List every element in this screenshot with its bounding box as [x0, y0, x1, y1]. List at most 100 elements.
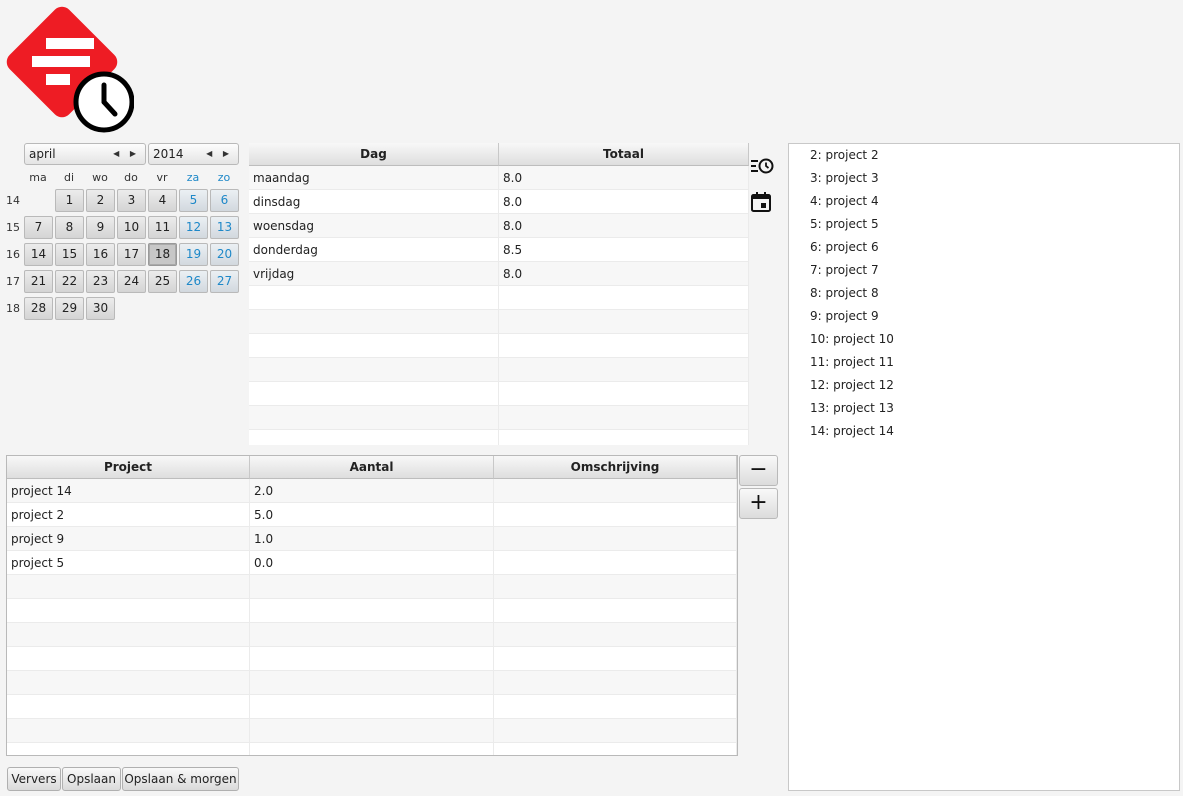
weekday-header: wo: [92, 171, 108, 184]
year-arrows-icon[interactable]: ◀ ▶: [206, 144, 233, 164]
month-selector[interactable]: april ◀ ▶: [24, 143, 146, 165]
refresh-button[interactable]: Ververs: [7, 767, 61, 791]
calendar-day[interactable]: 30: [86, 297, 115, 320]
calendar-day[interactable]: 22: [55, 270, 84, 293]
table-cell[interactable]: donderdag: [249, 238, 499, 262]
list-item[interactable]: 4: project 4: [789, 190, 1179, 213]
table-cell[interactable]: 2.0: [250, 479, 494, 503]
table-cell: [249, 310, 499, 334]
calendar-day-selected[interactable]: 18: [148, 243, 177, 266]
list-item[interactable]: 11: project 11: [789, 351, 1179, 374]
list-item[interactable]: 8: project 8: [789, 282, 1179, 305]
table-row[interactable]: woensdag 8.0: [249, 214, 749, 238]
table-cell[interactable]: dinsdag: [249, 190, 499, 214]
table-cell: [250, 623, 494, 647]
table-row[interactable]: dinsdag 8.0: [249, 190, 749, 214]
calendar-day[interactable]: 10: [117, 216, 146, 239]
calendar-day[interactable]: 11: [148, 216, 177, 239]
column-header-omschrijving[interactable]: Omschrijving: [494, 456, 737, 479]
table-row[interactable]: project 5 0.0: [7, 551, 737, 575]
table-cell[interactable]: project 9: [7, 527, 250, 551]
list-item[interactable]: 7: project 7: [789, 259, 1179, 282]
table-row[interactable]: donderdag 8.5: [249, 238, 749, 262]
calendar-day[interactable]: 6: [210, 189, 239, 212]
list-item[interactable]: 10: project 10: [789, 328, 1179, 351]
table-row[interactable]: project 2 5.0: [7, 503, 737, 527]
month-arrows-icon[interactable]: ◀ ▶: [113, 144, 140, 164]
calendar-day[interactable]: 1: [55, 189, 84, 212]
table-cell[interactable]: project 2: [7, 503, 250, 527]
list-item[interactable]: 5: project 5: [789, 213, 1179, 236]
calendar-day[interactable]: 13: [210, 216, 239, 239]
calendar-day[interactable]: 14: [24, 243, 53, 266]
column-header-dag[interactable]: Dag: [249, 143, 499, 166]
calendar-day[interactable]: 25: [148, 270, 177, 293]
calendar-day[interactable]: 7: [24, 216, 53, 239]
project-list[interactable]: 2: project 2 3: project 3 4: project 4 5: p…: [788, 143, 1180, 791]
column-header-project[interactable]: Project: [7, 456, 250, 479]
table-cell[interactable]: woensdag: [249, 214, 499, 238]
list-item[interactable]: 9: project 9: [789, 305, 1179, 328]
calendar-day[interactable]: 19: [179, 243, 208, 266]
calendar-day[interactable]: 23: [86, 270, 115, 293]
table-cell[interactable]: [494, 503, 737, 527]
save-and-tomorrow-button[interactable]: Opslaan & morgen: [122, 767, 239, 791]
calendar-today-icon[interactable]: [749, 190, 773, 214]
weekday-header: do: [124, 171, 138, 184]
table-cell[interactable]: 1.0: [250, 527, 494, 551]
calendar-day[interactable]: 24: [117, 270, 146, 293]
history-list-icon[interactable]: [750, 155, 774, 179]
table-cell: [499, 286, 749, 310]
calendar-day[interactable]: 3: [117, 189, 146, 212]
calendar-day[interactable]: 26: [179, 270, 208, 293]
list-item[interactable]: 12: project 12: [789, 374, 1179, 397]
table-cell[interactable]: maandag: [249, 166, 499, 190]
calendar-day[interactable]: 20: [210, 243, 239, 266]
list-item[interactable]: 6: project 6: [789, 236, 1179, 259]
table-cell[interactable]: project 14: [7, 479, 250, 503]
table-row[interactable]: project 9 1.0: [7, 527, 737, 551]
table-row[interactable]: maandag 8.0: [249, 166, 749, 190]
table-row[interactable]: vrijdag 8.0: [249, 262, 749, 286]
table-cell: [499, 358, 749, 382]
table-cell[interactable]: 8.0: [499, 166, 749, 190]
table-cell: [494, 695, 737, 719]
calendar-day[interactable]: 21: [24, 270, 53, 293]
calendar-day[interactable]: 16: [86, 243, 115, 266]
table-cell[interactable]: [494, 479, 737, 503]
table-cell[interactable]: 8.0: [499, 214, 749, 238]
calendar-day[interactable]: 4: [148, 189, 177, 212]
table-cell[interactable]: [494, 551, 737, 575]
list-item[interactable]: 2: project 2: [789, 144, 1179, 167]
list-item[interactable]: 3: project 3: [789, 167, 1179, 190]
table-row[interactable]: project 14 2.0: [7, 479, 737, 503]
year-selector[interactable]: 2014 ◀ ▶: [148, 143, 239, 165]
calendar-day[interactable]: 5: [179, 189, 208, 212]
table-cell[interactable]: 5.0: [250, 503, 494, 527]
list-item[interactable]: 13: project 13: [789, 397, 1179, 420]
table-cell[interactable]: 8.0: [499, 262, 749, 286]
table-cell[interactable]: 8.5: [499, 238, 749, 262]
calendar-day[interactable]: 12: [179, 216, 208, 239]
weekday-header: zo: [217, 171, 231, 184]
calendar-day[interactable]: 8: [55, 216, 84, 239]
calendar-day[interactable]: 29: [55, 297, 84, 320]
table-cell: [249, 286, 499, 310]
remove-row-button[interactable]: −: [739, 455, 778, 486]
calendar-day[interactable]: 15: [55, 243, 84, 266]
calendar-day[interactable]: 27: [210, 270, 239, 293]
calendar-day[interactable]: 17: [117, 243, 146, 266]
column-header-totaal[interactable]: Totaal: [499, 143, 749, 166]
table-cell[interactable]: 8.0: [499, 190, 749, 214]
calendar-day[interactable]: 28: [24, 297, 53, 320]
table-cell[interactable]: project 5: [7, 551, 250, 575]
column-header-aantal[interactable]: Aantal: [250, 456, 494, 479]
save-button[interactable]: Opslaan: [62, 767, 121, 791]
calendar-day[interactable]: 2: [86, 189, 115, 212]
table-cell[interactable]: 0.0: [250, 551, 494, 575]
table-cell[interactable]: [494, 527, 737, 551]
table-cell[interactable]: vrijdag: [249, 262, 499, 286]
calendar-day[interactable]: 9: [86, 216, 115, 239]
add-row-button[interactable]: +: [739, 488, 778, 519]
list-item[interactable]: 14: project 14: [789, 420, 1179, 443]
